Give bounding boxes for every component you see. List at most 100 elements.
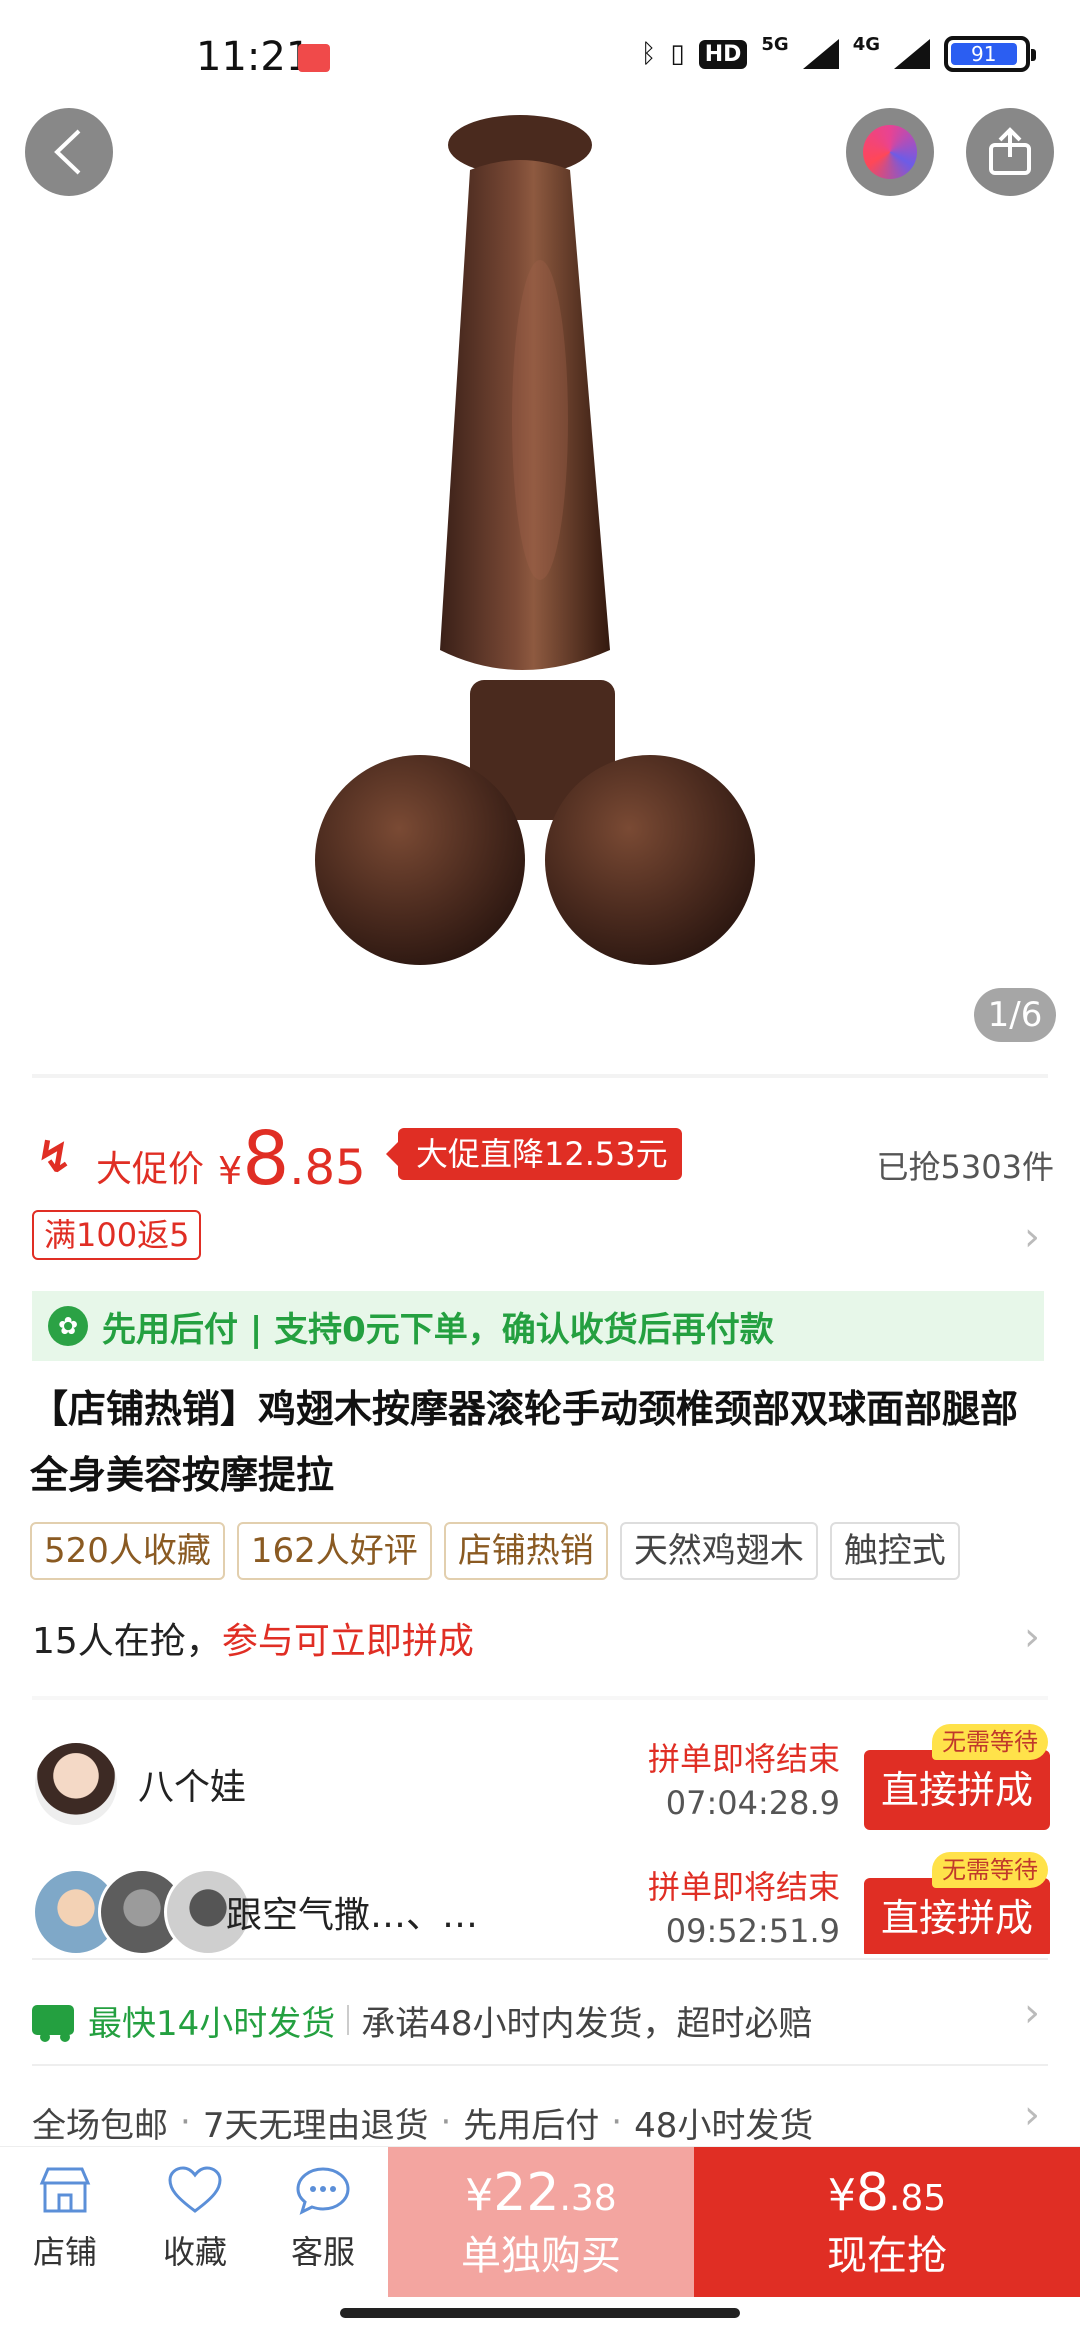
- battery-icon: 91: [944, 36, 1036, 72]
- status-bar: 11:21 ᛒ ▯ HD 5G 4G 91: [0, 0, 1080, 110]
- service-label: 客服: [290, 2233, 355, 2271]
- tag-reviews: 162人好评: [236, 1522, 432, 1580]
- service-tab[interactable]: 客服: [268, 2165, 378, 2273]
- pay-later-text: 先用后付 | 支持0元下单，确认收货后再付款: [102, 1309, 774, 1350]
- vibrate-icon: ▯: [670, 39, 685, 69]
- favorite-tab[interactable]: 收藏: [140, 2165, 250, 2273]
- share-button[interactable]: [966, 108, 1054, 196]
- group-buy-item: 跟空气撒…、… 拼单即将结束 09:52:51.9 直接拼成: [32, 1862, 1050, 1954]
- price-down-icon: ↯: [36, 1132, 73, 1183]
- group-leader-name: 跟空气撒…、…: [226, 1895, 479, 1936]
- sold-count: 已抢5303件: [876, 1148, 1054, 1186]
- shipping-promise: 承诺48小时内发货，超时必赔: [361, 2003, 813, 2044]
- brand-button[interactable]: [846, 108, 934, 196]
- truck-icon: [32, 2005, 74, 2042]
- status-time: 11:21: [196, 34, 312, 80]
- pay-later-icon: ✿: [48, 1306, 88, 1346]
- price-decimal: .38: [559, 2178, 617, 2219]
- bottom-action-bar: 店铺 收藏 客服 ¥22.38 单独购买 ¥8.85 现在抢: [0, 2146, 1080, 2297]
- battery-level: 91: [951, 42, 1017, 66]
- services-row[interactable]: 全场包邮 · 7天无理由退货 · 先用后付 · 48小时发货: [32, 2092, 1050, 2152]
- net-4g-label: 4G: [852, 33, 880, 55]
- no-wait-badge: 无需等待: [932, 1852, 1048, 1888]
- tag-type: 触控式: [829, 1522, 960, 1580]
- store-icon: [39, 2167, 91, 2213]
- price-currency: ¥: [218, 1149, 243, 1193]
- buy-now-label: 现在抢: [827, 2233, 947, 2279]
- group-leader-name: 八个娃: [138, 1767, 247, 1808]
- brand-logo-icon: [863, 125, 917, 179]
- divider: [32, 2064, 1048, 2066]
- price-integer: 22: [493, 2163, 560, 2223]
- chevron-right-icon[interactable]: ›: [1024, 1614, 1040, 1660]
- group-buy-header[interactable]: 15人在抢，参与可立即拼成: [32, 1612, 1052, 1672]
- bluetooth-icon: ᛒ: [640, 39, 657, 69]
- chat-icon: [296, 2167, 350, 2215]
- countdown-timer: 09:52:51.9: [665, 1912, 840, 1950]
- signal-icon: [802, 39, 839, 69]
- price-value: ¥8.85: [218, 1116, 366, 1202]
- favorite-label: 收藏: [162, 2233, 227, 2271]
- buy-now-button[interactable]: ¥8.85 现在抢: [694, 2147, 1080, 2297]
- service-item: 全场包邮: [32, 2105, 168, 2146]
- ending-label: 拼单即将结束: [647, 1868, 840, 1906]
- join-group-button[interactable]: 直接拼成: [864, 1750, 1050, 1830]
- heart-icon: [168, 2166, 222, 2213]
- chevron-right-icon[interactable]: ›: [1024, 2092, 1040, 2138]
- tag-hot: 店铺热销: [443, 1522, 608, 1580]
- pay-later-banner[interactable]: ✿ 先用后付 | 支持0元下单，确认收货后再付款: [32, 1291, 1044, 1361]
- store-tab[interactable]: 店铺: [10, 2165, 120, 2273]
- price-integer: 8: [242, 1116, 290, 1202]
- tag-favorites: 520人收藏: [30, 1522, 225, 1580]
- buy-alone-button[interactable]: ¥22.38 单独购买: [388, 2147, 694, 2297]
- countdown-timer: 07:04:28.9: [665, 1784, 840, 1822]
- currency-symbol: ¥: [465, 2170, 494, 2221]
- dot-separator: ·: [180, 2102, 191, 2142]
- shipping-highlight: 最快14小时发货: [88, 2003, 336, 2044]
- back-button[interactable]: [25, 108, 113, 196]
- price-integer: 8: [855, 2163, 889, 2223]
- buy-now-price: ¥8.85: [694, 2163, 1080, 2223]
- service-item: 先用后付: [463, 2105, 600, 2146]
- divider: [32, 1696, 1048, 1700]
- no-wait-badge: 无需等待: [932, 1724, 1048, 1760]
- status-icons: ᛒ ▯ HD 5G 4G 91: [640, 33, 1036, 72]
- hd-badge: HD: [698, 39, 748, 69]
- shipping-row[interactable]: 最快14小时发货 承诺48小时内发货，超时必赔: [32, 1985, 1050, 2055]
- store-label: 店铺: [32, 2233, 97, 2271]
- separator: [347, 2005, 350, 2035]
- share-icon: [989, 127, 1031, 175]
- avatar-group: [32, 1740, 120, 1828]
- image-counter: 1/6: [974, 988, 1056, 1042]
- divider: [32, 1958, 1048, 1960]
- price-drop-badge: 大促直降12.53元: [386, 1128, 682, 1180]
- divider: [32, 1074, 1048, 1078]
- join-group-button[interactable]: 直接拼成: [864, 1878, 1050, 1954]
- price-decimal: .85: [289, 1140, 366, 1196]
- tag-material: 天然鸡翅木: [619, 1522, 818, 1580]
- product-title: 【店铺热销】鸡翅木按摩器滚轮手动颈椎颈部双球面部腿部全身美容按摩提拉: [30, 1387, 1019, 1497]
- service-item: 48小时发货: [634, 2105, 814, 2146]
- buy-alone-price: ¥22.38: [388, 2163, 694, 2223]
- tag-list: 520人收藏 162人好评 店铺热销 天然鸡翅木 触控式: [30, 1522, 960, 1580]
- price-decimal: .85: [888, 2178, 947, 2219]
- group-buy-item: 八个娃 拼单即将结束 07:04:28.9 直接拼成 无需等待: [32, 1724, 1050, 1834]
- chevron-right-icon[interactable]: ›: [1024, 1214, 1040, 1260]
- chevron-right-icon[interactable]: ›: [1024, 1990, 1040, 2036]
- chevron-left-icon: [54, 129, 81, 175]
- price-row: ↯ 大促价 ¥8.85 大促直降12.53元 已抢5303件: [32, 1112, 1062, 1202]
- currency-symbol: ¥: [827, 2170, 856, 2221]
- group-count: 15人在抢，: [32, 1621, 222, 1662]
- home-indicator[interactable]: [340, 2308, 740, 2318]
- price-label: 大促价: [96, 1149, 205, 1190]
- net-5g-label: 5G: [761, 33, 789, 55]
- product-image-gallery[interactable]: 1/6: [0, 0, 1080, 1075]
- dot-separator: ·: [440, 2102, 452, 2142]
- group-cta: 参与可立即拼成: [221, 1621, 474, 1662]
- coupon-tag[interactable]: 满100返5: [32, 1210, 202, 1260]
- dot-separator: ·: [611, 2102, 623, 2142]
- signal-icon: [894, 39, 930, 69]
- avatar: [32, 1740, 120, 1828]
- avatar-group: [32, 1868, 252, 1954]
- buy-alone-label: 单独购买: [461, 2233, 621, 2279]
